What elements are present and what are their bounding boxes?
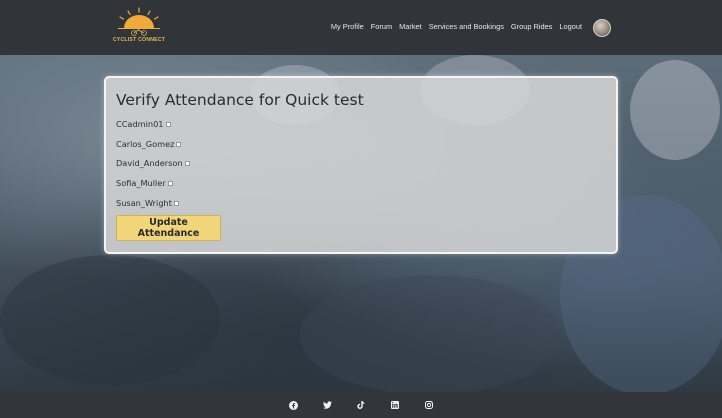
attendee-name: CCadmin01 xyxy=(116,119,164,129)
attendee-row[interactable]: Sofia_Muller xyxy=(116,178,173,188)
page-title: Verify Attendance for Quick test xyxy=(116,91,364,109)
attendee-name: David_Anderson xyxy=(116,158,183,168)
attendee-row[interactable]: CCadmin01 xyxy=(116,119,171,129)
nav-services-and-bookings[interactable]: Services and Bookings xyxy=(429,22,504,31)
background-cyclist-shape xyxy=(300,275,560,392)
attendee-checkbox[interactable] xyxy=(167,180,173,186)
footer xyxy=(0,392,722,418)
attendee-row[interactable]: Carlos_Gomez xyxy=(116,139,182,149)
nav-group-rides[interactable]: Group Rides xyxy=(511,22,553,31)
nav-menu: My Profile Forum Market Services and Boo… xyxy=(331,22,582,31)
user-avatar[interactable] xyxy=(593,19,611,37)
navbar: CYCLIST CONNECT My Profile Forum Market … xyxy=(0,0,722,55)
attendee-row[interactable]: Susan_Wright xyxy=(116,198,179,208)
facebook-icon[interactable] xyxy=(288,400,298,410)
twitter-icon[interactable] xyxy=(322,400,332,410)
tiktok-icon[interactable] xyxy=(356,400,366,410)
nav-market[interactable]: Market xyxy=(399,22,422,31)
attendee-checkbox[interactable] xyxy=(173,200,179,206)
attendee-checkbox[interactable] xyxy=(176,141,182,147)
attendee-checkbox[interactable] xyxy=(165,121,171,127)
background-cyclist-shape xyxy=(630,60,720,160)
instagram-icon[interactable] xyxy=(424,400,434,410)
nav-forum[interactable]: Forum xyxy=(371,22,392,31)
attendance-card: Verify Attendance for Quick test CCadmin… xyxy=(104,76,618,254)
linkedin-icon[interactable] xyxy=(390,400,400,410)
nav-logout[interactable]: Logout xyxy=(559,22,582,31)
attendee-row[interactable]: David_Anderson xyxy=(116,158,190,168)
logo-text: CYCLIST CONNECT xyxy=(112,37,166,43)
background-cyclist-shape xyxy=(0,255,220,385)
attendee-name: Carlos_Gomez xyxy=(116,139,175,149)
sun-logo-icon xyxy=(118,7,160,36)
attendee-checkbox[interactable] xyxy=(184,160,190,166)
site-logo[interactable]: CYCLIST CONNECT xyxy=(112,6,166,48)
attendee-name: Sofia_Muller xyxy=(116,178,166,188)
nav-my-profile[interactable]: My Profile xyxy=(331,22,364,31)
attendee-name: Susan_Wright xyxy=(116,198,172,208)
update-attendance-button[interactable]: Update Attendance xyxy=(116,215,221,241)
